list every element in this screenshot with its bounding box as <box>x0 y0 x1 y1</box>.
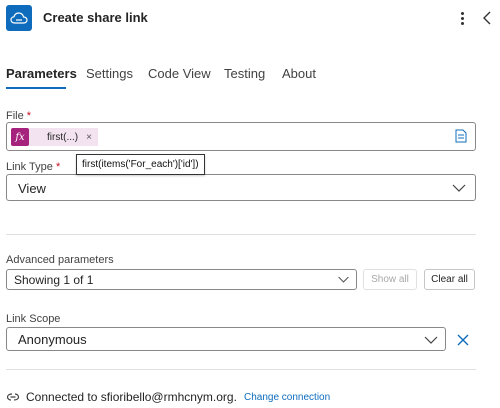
token-text: first(...) <box>47 131 79 143</box>
chevron-down-icon <box>338 276 349 283</box>
link-scope-dropdown[interactable]: Anonymous <box>6 327 446 351</box>
file-input[interactable]: fx first(...) × <box>6 122 476 151</box>
show-all-button[interactable]: Show all <box>363 269 417 290</box>
cloud-link-icon <box>6 5 32 31</box>
connection-status: Connected to sfioribello@rmhcnym.org. <box>26 390 237 404</box>
expression-tooltip: first(items('For_each')['id']) <box>76 154 205 175</box>
change-connection-link[interactable]: Change connection <box>244 392 330 403</box>
clear-all-button[interactable]: Clear all <box>424 269 475 290</box>
link-scope-label: Link Scope <box>6 313 61 325</box>
chevron-left-icon[interactable] <box>481 8 495 28</box>
panel-header: Create share link <box>0 0 500 36</box>
tab-settings[interactable]: Settings <box>86 66 133 81</box>
tab-code-view[interactable]: Code View <box>148 66 211 81</box>
advanced-parameters-value: Showing 1 of 1 <box>14 273 94 287</box>
tab-bar: Parameters Settings Code View Testing Ab… <box>0 60 500 92</box>
panel-title: Create share link <box>43 10 148 25</box>
advanced-parameters-dropdown[interactable]: Showing 1 of 1 <box>6 269 357 290</box>
link-type-value: View <box>18 181 46 196</box>
footer-divider <box>6 369 476 370</box>
link-icon <box>6 391 20 403</box>
file-picker-icon[interactable] <box>455 129 467 143</box>
file-label: File * <box>6 110 32 122</box>
link-type-label: Link Type * <box>6 161 61 173</box>
function-icon: fx <box>11 128 29 146</box>
chevron-down-icon <box>424 336 438 344</box>
remove-parameter-icon[interactable] <box>456 333 470 347</box>
tab-parameters[interactable]: Parameters <box>6 66 77 81</box>
more-vertical-icon[interactable] <box>454 8 470 28</box>
active-tab-indicator <box>6 87 66 89</box>
tab-about[interactable]: About <box>282 66 316 81</box>
link-scope-value: Anonymous <box>18 332 87 347</box>
tab-testing[interactable]: Testing <box>224 66 265 81</box>
chevron-down-icon <box>452 184 466 192</box>
link-type-dropdown[interactable]: View <box>6 174 476 201</box>
token-remove-button[interactable]: × <box>86 132 92 143</box>
expression-token[interactable]: fx first(...) × <box>11 128 98 146</box>
advanced-parameters-label: Advanced parameters <box>6 254 114 266</box>
section-divider <box>6 234 476 235</box>
